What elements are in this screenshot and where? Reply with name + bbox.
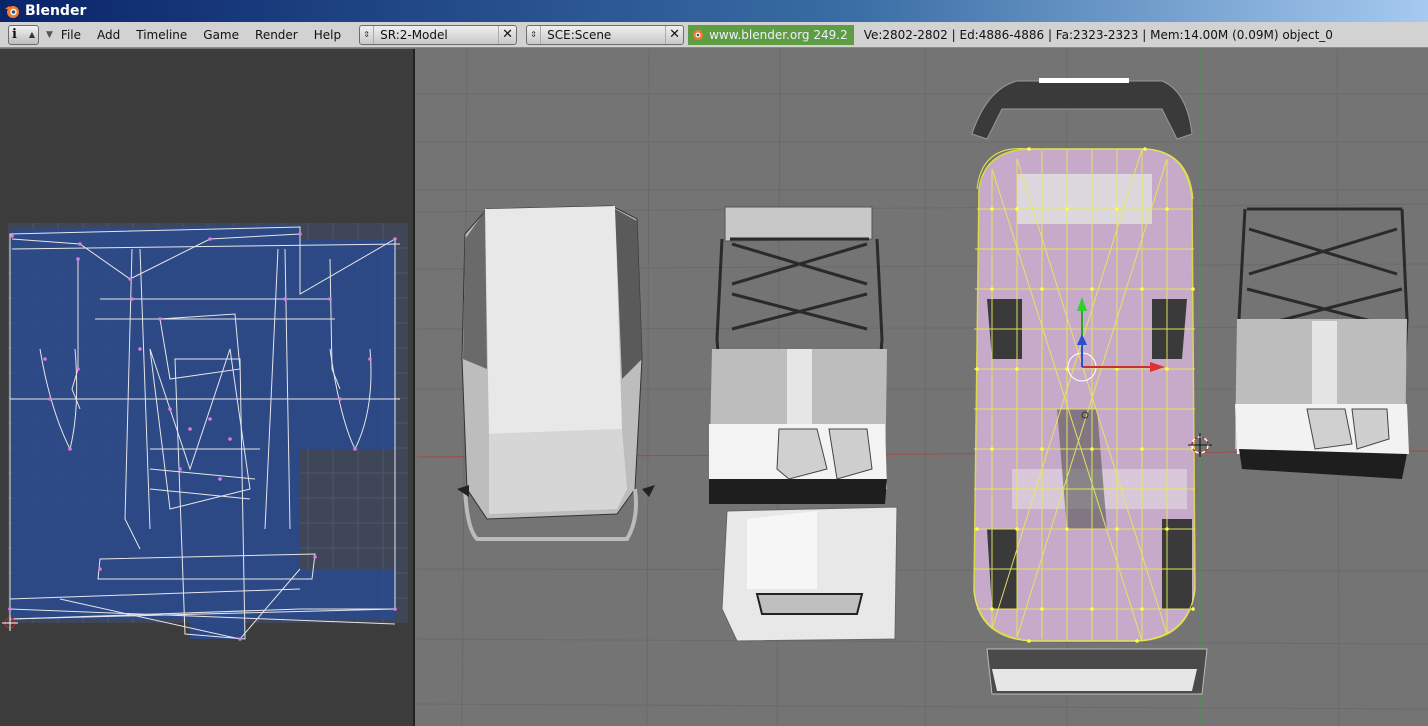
uv-image-editor[interactable] [0, 49, 415, 726]
rollcage-hood-object[interactable] [709, 206, 898, 642]
3d-viewport[interactable] [417, 49, 1428, 726]
header-bar: i ▲︎ ▼ File Add Timeline Game Render Hel… [0, 22, 1428, 48]
blender-logo-icon [5, 6, 19, 18]
menu-timeline[interactable]: Timeline [128, 25, 195, 45]
screen-name-field[interactable]: SR:2-Model [374, 28, 498, 42]
menu-game[interactable]: Game [195, 25, 247, 45]
scene-selector[interactable]: ⇕ SCE:Scene ✕ [526, 24, 685, 45]
close-icon[interactable]: ✕ [498, 25, 516, 44]
scene-stats: Ve:2802-2802 | Ed:4886-4886 | Fa:2323-23… [863, 27, 1333, 42]
selected-body-object[interactable] [971, 78, 1208, 695]
menu-file[interactable]: File [53, 25, 89, 45]
updown-arrows-icon: ▲︎ [28, 30, 35, 39]
scene-name-field[interactable]: SCE:Scene [541, 28, 665, 42]
close-icon[interactable]: ✕ [665, 25, 683, 44]
collapse-menu-icon[interactable]: ▼ [46, 30, 53, 40]
blender-url-badge[interactable]: www.blender.org 249.2 [688, 24, 854, 45]
title-bar: Blender [0, 0, 1428, 22]
roof-panel-object[interactable] [457, 205, 655, 541]
blender-url: www.blender.org 249.2 [709, 27, 848, 42]
menu-help[interactable]: Help [306, 25, 349, 45]
blender-logo-icon [693, 29, 704, 40]
screen-selector[interactable]: ⇕ SR:2-Model ✕ [359, 24, 518, 45]
rollcage-rear-object[interactable] [1235, 207, 1409, 479]
updown-arrows-icon[interactable]: ⇕ [360, 25, 375, 44]
updown-arrows-icon[interactable]: ⇕ [527, 25, 542, 44]
uv-canvas[interactable] [0, 49, 415, 726]
viewport-canvas[interactable] [417, 49, 1428, 726]
window-title: Blender [25, 3, 87, 19]
menu-add[interactable]: Add [89, 25, 128, 45]
window-type-button[interactable]: i ▲︎ [8, 24, 39, 45]
uv-texture [12, 225, 395, 639]
info-icon: i [12, 27, 17, 42]
menu-render[interactable]: Render [247, 25, 306, 45]
